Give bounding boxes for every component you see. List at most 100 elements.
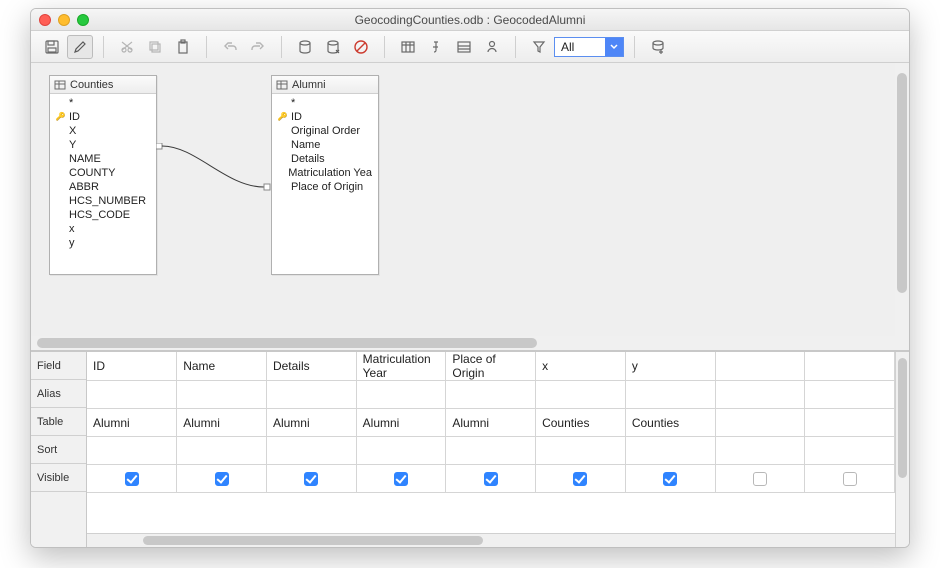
grid-cell[interactable] [177,381,267,409]
grid-cell[interactable] [356,465,446,493]
redo-button[interactable] [245,35,271,59]
grid-cell[interactable] [715,465,805,493]
field-row[interactable]: x [56,222,150,236]
grid-cell[interactable] [805,465,895,493]
field-row[interactable]: 🔑ID [56,110,150,124]
close-icon[interactable] [39,14,51,26]
field-row[interactable]: NAME [56,152,150,166]
grid-cell[interactable]: Alumni [87,409,177,437]
save-button[interactable] [39,35,65,59]
field-row[interactable]: * [278,96,372,110]
table-counties[interactable]: Counties *🔑IDXYNAMECOUNTYABBRHCS_NUMBERH… [49,75,157,275]
grid-cell[interactable] [266,437,356,465]
grid-horizontal-scrollbar[interactable] [87,533,895,547]
grid-cell[interactable]: Counties [536,409,626,437]
cut-button[interactable] [114,35,140,59]
table-alumni[interactable]: Alumni *🔑IDOriginal OrderNameDetailsMatr… [271,75,379,275]
grid-cell[interactable] [715,437,805,465]
visible-checkbox[interactable] [753,472,767,486]
grid-cell[interactable] [715,409,805,437]
distinct-values-button[interactable] [526,35,552,59]
grid-cell[interactable] [625,437,715,465]
field-row[interactable]: * [56,96,150,110]
grid-cell[interactable] [177,437,267,465]
clear-query-button[interactable] [320,35,346,59]
grid-cell[interactable] [536,437,626,465]
grid-cell[interactable] [625,465,715,493]
minimize-icon[interactable] [58,14,70,26]
copy-button[interactable] [142,35,168,59]
grid-cell[interactable]: Matriculation Year [356,352,446,381]
edit-mode-button[interactable] [67,35,93,59]
grid-cell[interactable] [356,437,446,465]
limit-select[interactable]: All [554,37,624,57]
grid-cell[interactable] [356,381,446,409]
relation-line[interactable] [156,143,272,193]
grid-cell[interactable] [715,352,805,381]
grid-cell[interactable] [177,465,267,493]
visible-checkbox[interactable] [394,472,408,486]
grid-cell[interactable] [805,409,895,437]
relations-pane[interactable]: Counties *🔑IDXYNAMECOUNTYABBRHCS_NUMBERH… [31,63,909,351]
grid-cell[interactable] [625,381,715,409]
visible-checkbox[interactable] [843,472,857,486]
visible-checkbox[interactable] [304,472,318,486]
field-row[interactable]: X [56,124,150,138]
grid-cell[interactable]: Alumni [177,409,267,437]
grid-vertical-scrollbar[interactable] [895,352,909,547]
field-row[interactable]: ABBR [56,180,150,194]
grid-cell[interactable]: y [625,352,715,381]
field-row[interactable]: Y [56,138,150,152]
grid-cell[interactable]: Alumni [446,409,536,437]
grid-cell[interactable] [87,465,177,493]
grid-cell[interactable]: x [536,352,626,381]
field-row[interactable]: HCS_NUMBER [56,194,150,208]
relations-vertical-scrollbar[interactable] [895,63,909,336]
visible-checkbox[interactable] [573,472,587,486]
field-row[interactable]: Original Order [278,124,372,138]
zoom-icon[interactable] [77,14,89,26]
design-view-button[interactable] [395,35,421,59]
grid-cell[interactable] [87,381,177,409]
field-row[interactable]: COUNTY [56,166,150,180]
visible-checkbox[interactable] [663,472,677,486]
criteria-table[interactable]: IDNameDetailsMatriculation YearPlace of … [87,352,895,493]
grid-cell[interactable] [805,381,895,409]
grid-cell[interactable] [805,437,895,465]
field-row[interactable]: Name [278,138,372,152]
table-names-button[interactable] [451,35,477,59]
grid-cell[interactable]: Name [177,352,267,381]
alias-button[interactable] [479,35,505,59]
grid-cell[interactable]: Place of Origin [446,352,536,381]
grid-cell[interactable]: Details [266,352,356,381]
grid-cell[interactable]: Alumni [266,409,356,437]
grid-cell[interactable] [536,381,626,409]
run-query-button[interactable] [292,35,318,59]
grid-cell[interactable] [536,465,626,493]
visible-checkbox[interactable] [484,472,498,486]
field-row[interactable]: 🔑ID [278,110,372,124]
grid-cell[interactable] [805,352,895,381]
grid-cell[interactable] [266,465,356,493]
functions-button[interactable] [423,35,449,59]
field-row[interactable]: y [56,236,150,250]
grid-cell[interactable]: Counties [625,409,715,437]
table-header[interactable]: Counties [50,76,156,94]
field-row[interactable]: Matriculation Yea [278,166,372,180]
grid-cell[interactable] [266,381,356,409]
visible-checkbox[interactable] [215,472,229,486]
grid-cell[interactable] [446,381,536,409]
field-row[interactable]: HCS_CODE [56,208,150,222]
grid-cell[interactable]: Alumni [356,409,446,437]
undo-button[interactable] [217,35,243,59]
grid-cell[interactable] [446,437,536,465]
paste-button[interactable] [170,35,196,59]
relations-horizontal-scrollbar[interactable] [31,336,895,350]
grid-cell[interactable]: ID [87,352,177,381]
field-row[interactable]: Details [278,152,372,166]
visible-checkbox[interactable] [125,472,139,486]
grid-cell[interactable] [87,437,177,465]
grid-cell[interactable] [446,465,536,493]
stop-icon[interactable] [348,35,374,59]
add-tables-button[interactable] [645,35,671,59]
